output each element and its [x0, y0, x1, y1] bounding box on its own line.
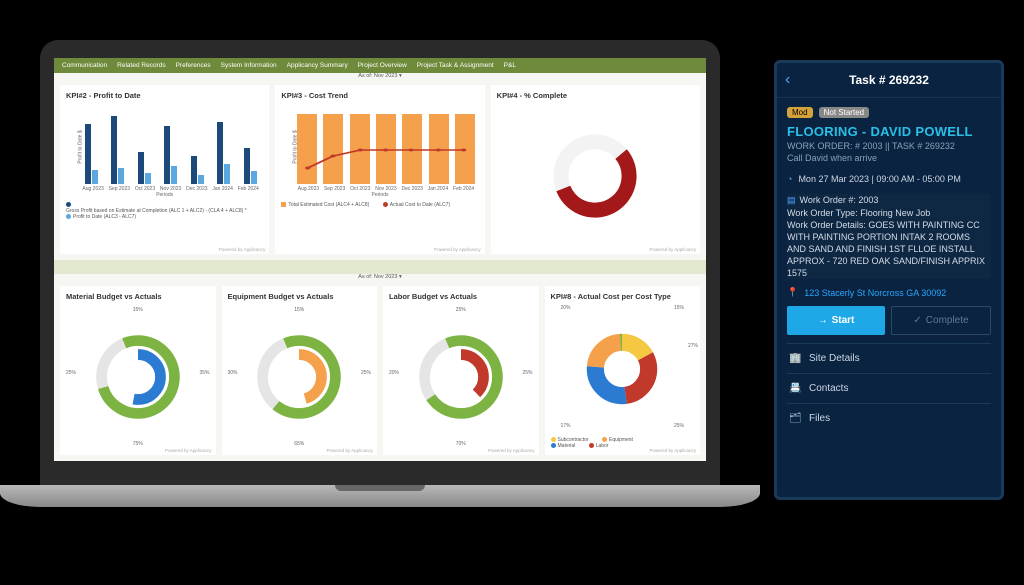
top-nav: Communication Related Records Preference… [54, 58, 706, 73]
clock-icon: ◔ [787, 174, 792, 184]
kpi-row-1: KPI#2 - Profit to Date Profit to Date $ … [54, 79, 706, 260]
nav-item[interactable]: Project Task & Assignment [417, 62, 494, 69]
nav-item[interactable]: Related Records [117, 62, 165, 69]
work-order-details: ▤Work Order #: 2003 Work Order Type: Flo… [787, 194, 991, 279]
start-button[interactable]: → Start [787, 306, 885, 335]
back-icon[interactable]: ‹ [785, 71, 790, 89]
site-details-section[interactable]: 🏢 Site Details [787, 343, 991, 373]
labor-card: Labor Budget vs Actuals 25% 70% 20% 25% … [383, 286, 539, 455]
nav-item[interactable]: System Information [221, 62, 277, 69]
kpi3-title: KPI#3 - Cost Trend [281, 91, 478, 100]
location-pin-icon: 📍 [787, 287, 798, 298]
kpi4-chart [497, 104, 694, 248]
action-buttons: → Start ✓ Complete [787, 306, 991, 335]
equipment-card: Equipment Budget vs Actuals 15% 65% 30% … [222, 286, 378, 455]
files-section[interactable]: 🗂 Files [787, 403, 991, 433]
nav-item[interactable]: Preferences [176, 62, 211, 69]
mod-badge: Mod [787, 107, 813, 118]
address-row[interactable]: 📍 123 Stacerly St Norcross GA 30092 [787, 287, 991, 298]
laptop-base [0, 485, 760, 507]
task-header-title: Task # 269232 [849, 73, 929, 87]
kpi3-chart: Profit to Date $ [281, 104, 478, 184]
status-badge: Not Started [819, 107, 869, 118]
phone-header: ‹ Task # 269232 [777, 63, 1001, 98]
nav-item[interactable]: P&L [504, 62, 516, 69]
complete-button[interactable]: ✓ Complete [891, 306, 991, 335]
nav-item[interactable]: Project Overview [358, 62, 407, 69]
contacts-section[interactable]: 📇 Contacts [787, 373, 991, 403]
nav-item[interactable]: Communication [62, 62, 107, 69]
work-order-line: WORK ORDER: # 2003 || TASK # 269232 [787, 141, 991, 153]
nav-item[interactable]: Applicancy Summary [287, 62, 348, 69]
kpi3-xaxis: Aug 2023Sep 2023Oct 2023Nov 2023Dec 2023… [281, 184, 478, 192]
kpi2-title: KPI#2 - Profit to Date [66, 91, 263, 100]
laptop-mockup: Communication Related Records Preference… [40, 40, 720, 507]
phone-mockup: ‹ Task # 269232 Mod Not Started FLOORING… [774, 60, 1004, 500]
dashboard: Communication Related Records Preference… [54, 58, 706, 461]
kpi2-chart: Profit to Date $ [66, 104, 263, 184]
kpi-row-2: Material Budget vs Actuals 15% 75% 25% 3… [54, 280, 706, 461]
divider-band [54, 260, 706, 274]
task-title: FLOORING - DAVID POWELL [787, 124, 991, 139]
kpi2-legend: Gross Profit based on Estimate at Comple… [66, 202, 263, 220]
material-card: Material Budget vs Actuals 15% 75% 25% 3… [60, 286, 216, 455]
building-icon: 🏢 [789, 353, 801, 364]
task-note: Call David when arrive [787, 153, 991, 165]
kpi2-card: KPI#2 - Profit to Date Profit to Date $ … [60, 85, 269, 254]
kpi3-card: KPI#3 - Cost Trend Profit to Date $ [275, 85, 484, 254]
contact-card-icon: 📇 [789, 383, 801, 394]
kpi4-card: KPI#4 - % Complete Powered by Applicancy [491, 85, 700, 254]
folder-icon: 🗂 [789, 413, 801, 424]
kpi3-legend: Total Estimated Cost (ALC4 + ALC8) Actua… [281, 202, 478, 208]
kpi2-xaxis: Aug 2023Sep 2023Oct 2023Nov 2023Dec 2023… [66, 184, 263, 192]
check-icon: ✓ [913, 315, 921, 326]
arrow-right-icon: → [818, 315, 828, 326]
kpi4-title: KPI#4 - % Complete [497, 91, 694, 100]
document-icon: ▤ [787, 195, 796, 205]
kpi8-card: KPI#8 - Actual Cost per Cost Type 15% 27… [545, 286, 701, 455]
schedule-row: ◔ Mon 27 Mar 2023 | 09:00 AM - 05:00 PM [787, 174, 991, 184]
laptop-screen: Communication Related Records Preference… [40, 40, 720, 485]
